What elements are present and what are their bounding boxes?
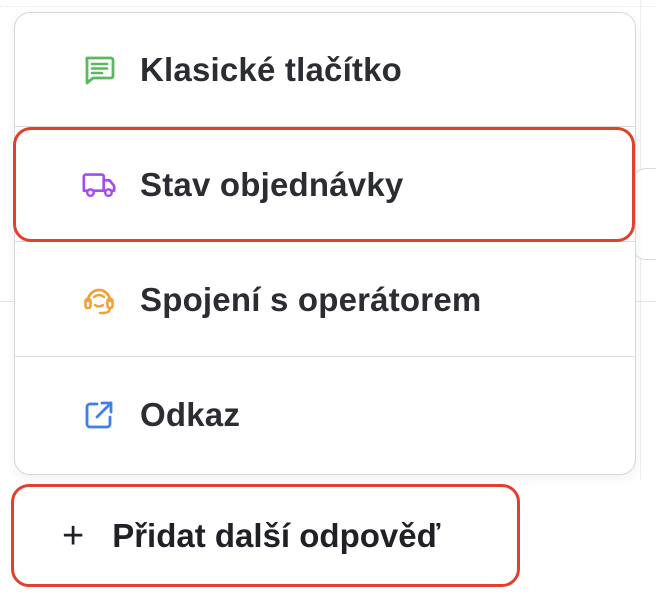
truck-icon	[81, 167, 117, 203]
menu-item-classic-button[interactable]: Klasické tlačítko	[15, 13, 635, 127]
add-response-label: Přidat další odpověď	[112, 516, 441, 554]
message-icon	[81, 52, 117, 88]
menu-item-label: Klasické tlačítko	[140, 50, 403, 88]
add-response-button[interactable]: + Přidat další odpověď	[16, 488, 516, 583]
menu-item-label: Spojení s operátorem	[140, 280, 482, 318]
menu-item-label: Stav objednávky	[140, 165, 404, 203]
menu-item-operator-connection[interactable]: Spojení s operátorem	[15, 243, 635, 357]
plus-icon: +	[62, 514, 85, 557]
response-type-dropdown: Klasické tlačítko Stav objednávky Spojen	[14, 12, 636, 475]
menu-item-label: Odkaz	[140, 396, 241, 433]
headset-icon	[81, 282, 117, 318]
background-divider	[0, 6, 656, 7]
menu-item-order-status[interactable]: Stav objednávky	[15, 128, 635, 242]
menu-item-link[interactable]: Odkaz	[15, 358, 635, 472]
external-link-icon	[81, 397, 117, 433]
